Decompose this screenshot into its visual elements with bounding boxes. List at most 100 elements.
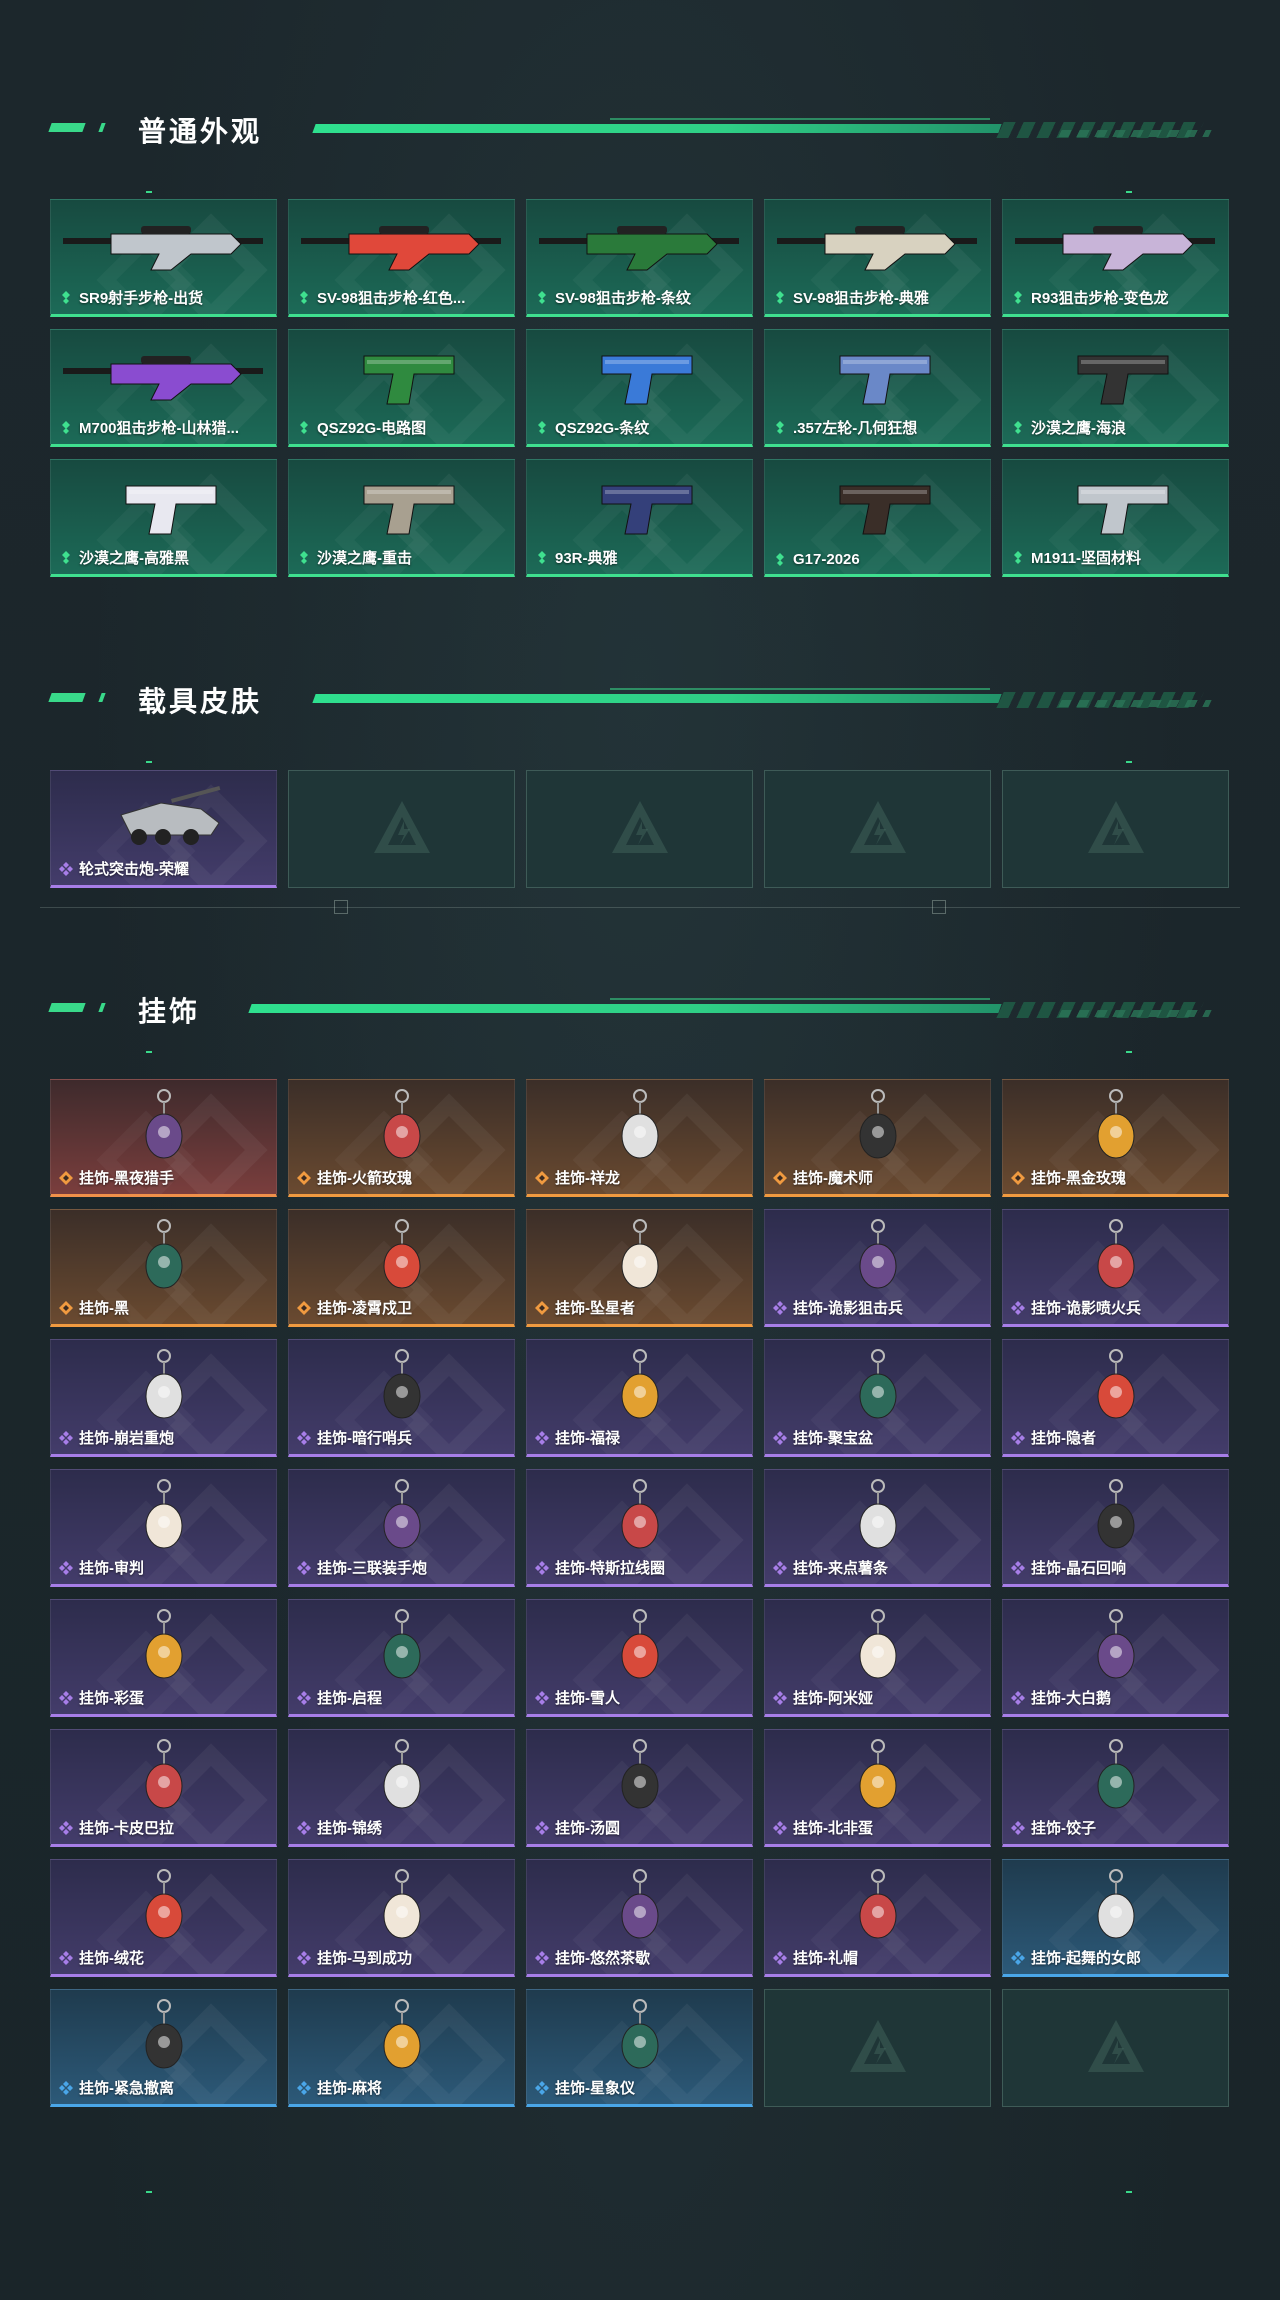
item-card[interactable]: 挂饰-黑夜猎手	[50, 1079, 277, 1197]
item-card[interactable]: 挂饰-来点薯条	[764, 1469, 991, 1587]
rarity-diamond-icon	[773, 1950, 787, 1965]
item-card[interactable]: 挂饰-北非蛋	[764, 1729, 991, 1847]
item-card[interactable]: 挂饰-锦绣	[288, 1729, 515, 1847]
item-name: 挂饰-马到成功	[317, 1950, 412, 1967]
item-card[interactable]: R93狙击步枪-变色龙	[1002, 199, 1229, 317]
item-card[interactable]: 挂饰-魔术师	[764, 1079, 991, 1197]
item-card[interactable]: M700狙击步枪-山林猎...	[50, 329, 277, 447]
item-card[interactable]: 挂饰-福禄	[526, 1339, 753, 1457]
item-card[interactable]: 挂饰-特斯拉线圈	[526, 1469, 753, 1587]
rarity-diamond-icon	[773, 1170, 787, 1185]
corner-tick	[1126, 1051, 1132, 1053]
empty-slot-card	[288, 770, 515, 888]
pistol-icon	[125, 485, 217, 535]
item-card[interactable]: SV-98狙击步枪-红色...	[288, 199, 515, 317]
rarity-diamond-icon	[59, 1560, 73, 1575]
item-card[interactable]: 挂饰-悠然茶歇	[526, 1859, 753, 1977]
item-card[interactable]: 沙漠之鹰-海浪	[1002, 329, 1229, 447]
corner-tick	[146, 1051, 152, 1053]
item-label: 挂饰-星象仪	[535, 2077, 635, 2098]
item-card[interactable]: 挂饰-聚宝盆	[764, 1339, 991, 1457]
item-card[interactable]: M1911-坚固材料	[1002, 459, 1229, 577]
section-title: 载具皮肤	[138, 686, 263, 717]
item-card[interactable]: QSZ92G-电路图	[288, 329, 515, 447]
item-card[interactable]: 挂饰-绒花	[50, 1859, 277, 1977]
item-label: 挂饰-雪人	[535, 1687, 620, 1708]
sniper-rifle-icon	[301, 226, 501, 271]
item-card[interactable]: 挂饰-祥龙	[526, 1079, 753, 1197]
item-card[interactable]: SV-98狙击步枪-条纹	[526, 199, 753, 317]
item-card[interactable]: 挂饰-隐者	[1002, 1339, 1229, 1457]
charm-icon	[383, 1609, 421, 1679]
item-card[interactable]: 挂饰-汤圆	[526, 1729, 753, 1847]
item-card[interactable]: 挂饰-崩岩重炮	[50, 1339, 277, 1457]
item-label: 挂饰-福禄	[535, 1427, 620, 1448]
item-card[interactable]: 挂饰-大白鹅	[1002, 1599, 1229, 1717]
item-name: 挂饰-黑夜猎手	[79, 1170, 174, 1187]
item-card[interactable]: 挂饰-启程	[288, 1599, 515, 1717]
rarity-diamond-icon	[297, 1300, 311, 1315]
section-title: 挂饰	[138, 996, 201, 1027]
item-card[interactable]: 挂饰-火箭玫瑰	[288, 1079, 515, 1197]
item-card[interactable]: 挂饰-三联装手炮	[288, 1469, 515, 1587]
item-label: 挂饰-隐者	[1011, 1427, 1096, 1448]
item-card[interactable]: 沙漠之鹰-高雅黑	[50, 459, 277, 577]
item-card[interactable]: 挂饰-黑金玫瑰	[1002, 1079, 1229, 1197]
item-card[interactable]: 挂饰-审判	[50, 1469, 277, 1587]
empty-slot-card	[526, 770, 753, 888]
item-card[interactable]: 挂饰-饺子	[1002, 1729, 1229, 1847]
item-card[interactable]: 挂饰-星象仪	[526, 1989, 753, 2107]
rarity-diamond-icon	[1011, 1430, 1025, 1445]
item-card[interactable]: 沙漠之鹰-重击	[288, 459, 515, 577]
item-card[interactable]: 轮式突击炮-荣耀	[50, 770, 277, 888]
item-card[interactable]: 挂饰-礼帽	[764, 1859, 991, 1977]
rarity-diamond-icon	[1014, 550, 1022, 564]
item-card[interactable]: .357左轮-几何狂想	[764, 329, 991, 447]
item-card[interactable]: 挂饰-彩蛋	[50, 1599, 277, 1717]
item-name: 挂饰-星象仪	[555, 2080, 635, 2097]
item-card[interactable]: SV-98狙击步枪-典雅	[764, 199, 991, 317]
item-card[interactable]: 挂饰-诡影喷火兵	[1002, 1209, 1229, 1327]
item-name: 挂饰-审判	[79, 1560, 144, 1577]
charm-icon	[621, 1739, 659, 1809]
section-title: 普通外观	[138, 116, 263, 147]
item-name: SV-98狙击步枪-红色...	[317, 290, 466, 307]
charm-icon	[1097, 1739, 1135, 1809]
charm-icon	[145, 1869, 183, 1939]
header-checker-decoration	[1058, 130, 1212, 137]
item-card[interactable]: QSZ92G-条纹	[526, 329, 753, 447]
item-card[interactable]: 挂饰-暗行哨兵	[288, 1339, 515, 1457]
item-card[interactable]: 挂饰-紧急撤离	[50, 1989, 277, 2107]
item-card[interactable]: 挂饰-马到成功	[288, 1859, 515, 1977]
empty-slot-card	[764, 1989, 991, 2107]
item-name: 挂饰-诡影喷火兵	[1031, 1300, 1141, 1317]
item-label: 沙漠之鹰-重击	[297, 547, 412, 568]
header-line	[312, 124, 1002, 133]
rarity-diamond-icon	[776, 290, 784, 304]
rarity-diamond-icon	[62, 420, 70, 434]
item-card[interactable]: SR9射手步枪-出货	[50, 199, 277, 317]
item-card[interactable]: 挂饰-起舞的女郎	[1002, 1859, 1229, 1977]
item-card[interactable]: 93R-典雅	[526, 459, 753, 577]
frame-marker	[334, 900, 348, 914]
item-card[interactable]: 挂饰-晶石回响	[1002, 1469, 1229, 1587]
item-card[interactable]: 挂饰-雪人	[526, 1599, 753, 1717]
item-card[interactable]: 挂饰-凌霄戍卫	[288, 1209, 515, 1327]
rarity-diamond-icon	[535, 1560, 549, 1575]
item-label: 挂饰-启程	[297, 1687, 382, 1708]
item-label: 挂饰-凌霄戍卫	[297, 1297, 412, 1318]
item-card[interactable]: 挂饰-黑	[50, 1209, 277, 1327]
rarity-diamond-icon	[1011, 1950, 1025, 1965]
charm-icon	[145, 1609, 183, 1679]
item-card[interactable]: 挂饰-麻将	[288, 1989, 515, 2107]
item-card[interactable]: 挂饰-阿米娅	[764, 1599, 991, 1717]
item-name: G17-2026	[793, 551, 860, 568]
charm-icon	[145, 1739, 183, 1809]
item-card[interactable]: 挂饰-坠星者	[526, 1209, 753, 1327]
charm-icon	[383, 1219, 421, 1289]
item-card[interactable]: 挂饰-卡皮巴拉	[50, 1729, 277, 1847]
item-card[interactable]: G17-2026	[764, 459, 991, 577]
item-name: 挂饰-彩蛋	[79, 1690, 144, 1707]
item-card[interactable]: 挂饰-诡影狙击兵	[764, 1209, 991, 1327]
header-thin-line	[610, 118, 990, 120]
